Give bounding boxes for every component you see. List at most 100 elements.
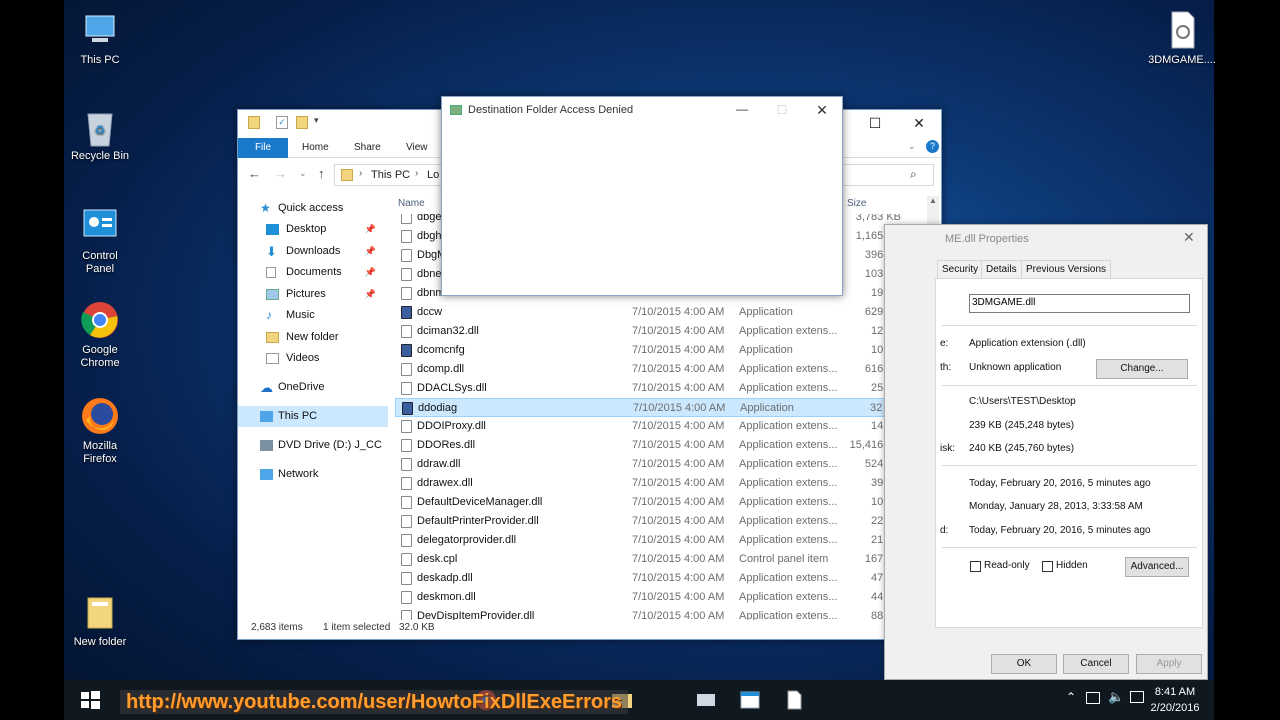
tab-home[interactable]: Home (294, 138, 337, 158)
tab-view[interactable]: View (398, 138, 436, 158)
tab-previous-versions[interactable]: Previous Versions (1021, 260, 1112, 278)
dll-file-icon (401, 249, 412, 262)
file-row[interactable]: deskadp.dll 7/10/2015 4:00 AM Application … (395, 569, 907, 588)
file-row[interactable]: dciman32.dll 7/10/2015 4:00 AM Application… (395, 322, 907, 341)
file-row[interactable]: dccw 7/10/2015 4:00 AM Application 629 KB (395, 303, 907, 322)
pin-icon[interactable]: 📌 (365, 241, 376, 262)
action-center-icon[interactable] (1130, 691, 1144, 703)
forward-icon[interactable]: → (274, 166, 287, 181)
file-date: 7/10/2015 4:00 AM (632, 496, 725, 508)
file-row[interactable]: DDORes.dll 7/10/2015 4:00 AM Application e… (395, 436, 907, 455)
readonly-checkbox[interactable] (970, 561, 981, 572)
show-hidden-icons-icon[interactable]: ⌃ (1066, 690, 1076, 704)
file-type: Application (739, 344, 793, 356)
right-letterbox (1214, 0, 1280, 720)
file-row[interactable]: ddodiag7/10/2015 4:00 AMApplication32 KB (395, 398, 907, 417)
desktop-icon-firefox[interactable]: Mozilla Firefox (64, 396, 136, 466)
file-row[interactable]: DefaultPrinterProvider.dll 7/10/2015 4:00… (395, 512, 907, 531)
back-icon[interactable]: ← (248, 166, 261, 181)
tab-share[interactable]: Share (346, 138, 389, 158)
new-folder-quick-icon[interactable] (296, 116, 308, 129)
up-icon[interactable]: ↑ (318, 166, 325, 181)
close-button[interactable]: ✕ (804, 97, 840, 123)
dll-file-icon (401, 230, 412, 243)
file-row[interactable]: dcomp.dll 7/10/2015 4:00 AM Application ex… (395, 360, 907, 379)
file-date: 7/10/2015 4:00 AM (632, 572, 725, 584)
properties-taskbar-icon[interactable] (782, 688, 806, 712)
pin-icon[interactable]: 📌 (365, 262, 376, 283)
search-icon[interactable]: ⌕ (910, 167, 917, 182)
file-row[interactable]: dcomcnfg7/10/2015 4:00 AMApplication10 K… (395, 341, 907, 360)
nav-downloads[interactable]: ⬇ Downloads 📌 (238, 241, 388, 262)
file-type: Control panel item (739, 553, 829, 565)
advanced-button[interactable]: Advanced... (1125, 557, 1189, 577)
close-button[interactable]: ✕ (897, 110, 941, 136)
minimize-button[interactable]: — (724, 97, 760, 123)
folder-icon (248, 116, 260, 129)
pin-icon[interactable]: 📌 (365, 284, 376, 305)
nav-videos[interactable]: Videos (238, 348, 388, 369)
file-name: ddrawex.dll (417, 477, 473, 489)
pin-icon[interactable]: 📌 (365, 219, 376, 240)
breadcrumb-this-pc[interactable]: This PC (371, 169, 410, 181)
breadcrumb-local-disk[interactable]: Lo (427, 169, 439, 181)
app-taskbar-icon[interactable] (694, 688, 718, 712)
desktop-icon-recycle-bin[interactable]: ♻ Recycle Bin (64, 106, 136, 163)
nav-onedrive[interactable]: ☁ OneDrive (238, 377, 388, 398)
start-button[interactable] (78, 688, 102, 712)
type-label: e: (940, 338, 949, 349)
desktop-icon-label: 3DMGAME.... (1148, 54, 1216, 66)
scroll-up-icon[interactable]: ▲ (929, 196, 937, 205)
cancel-button[interactable]: Cancel (1063, 654, 1129, 674)
filename-field[interactable]: 3DMGAME.dll (969, 294, 1190, 313)
desktop-icon-chrome[interactable]: Google Chrome (64, 300, 136, 370)
clock-time[interactable]: 8:41 AM (1150, 686, 1200, 698)
volume-icon[interactable]: 🔈 (1108, 689, 1124, 705)
file-row[interactable]: ddraw.dll 7/10/2015 4:00 AM Application ex… (395, 455, 907, 474)
hidden-checkbox[interactable] (1042, 561, 1053, 572)
file-row[interactable]: DDACLSys.dll 7/10/2015 4:00 AM Application… (395, 379, 907, 398)
nav-music[interactable]: ♪ Music (238, 305, 388, 326)
ok-button[interactable]: OK (991, 654, 1057, 674)
change-button[interactable]: Change... (1096, 359, 1188, 379)
nav-documents[interactable]: Documents 📌 (238, 262, 388, 283)
nav-quick-access[interactable]: ★ Quick access (238, 198, 388, 219)
recent-locations-icon[interactable]: ⌄ (299, 168, 307, 179)
desktop-icon-control-panel[interactable]: Control Panel (64, 206, 136, 276)
nav-pictures[interactable]: Pictures 📌 (238, 284, 388, 305)
file-row[interactable]: deskmon.dll 7/10/2015 4:00 AM Application … (395, 588, 907, 607)
desktop-icon-this-pc[interactable]: This PC (64, 10, 136, 67)
properties-quick-icon[interactable]: ✓ (276, 116, 288, 129)
separator (942, 325, 1197, 326)
nav-desktop[interactable]: Desktop 📌 (238, 219, 388, 240)
network-tray-icon[interactable] (1086, 692, 1100, 704)
file-row[interactable]: desk.cpl 7/10/2015 4:00 AM Control panel i… (395, 550, 907, 569)
desktop-icon-3dmgame[interactable]: 3DMGAME.... (1142, 10, 1222, 67)
maximize-button[interactable]: ☐ (853, 110, 897, 136)
desktop-icon-new-folder[interactable]: New folder (64, 592, 136, 649)
file-date: 7/10/2015 4:00 AM (632, 553, 725, 565)
file-row[interactable]: DDOIProxy.dll 7/10/2015 4:00 AM Applicatio… (395, 417, 907, 436)
expand-ribbon-icon[interactable]: ⌄ (908, 141, 916, 152)
close-button[interactable]: ✕ (1183, 229, 1195, 246)
nav-this-pc[interactable]: This PC (238, 406, 388, 427)
help-icon[interactable]: ? (926, 140, 939, 153)
file-row[interactable]: ddrawex.dll 7/10/2015 4:00 AM Application … (395, 474, 907, 493)
column-name-header[interactable]: Name (398, 198, 425, 209)
nav-label: Downloads (286, 245, 341, 257)
file-type: Application extens... (739, 420, 838, 432)
column-size-header[interactable]: Size (847, 198, 866, 209)
tab-file[interactable]: File (238, 138, 288, 158)
dll-file-icon (401, 534, 412, 547)
file-row[interactable]: DefaultDeviceManager.dll 7/10/2015 4:00 A… (395, 493, 907, 512)
youtube-url-overlay: http://www.youtube.com/user/HowtoFixDllE… (120, 690, 628, 714)
nav-new-folder[interactable]: New folder (238, 327, 388, 348)
nav-dvd-drive[interactable]: DVD Drive (D:) J_CCS (238, 435, 388, 456)
tab-security[interactable]: Security (937, 260, 984, 278)
quick-access-dropdown-icon[interactable]: ▾ (314, 115, 319, 126)
clock-date[interactable]: 2/20/2016 (1150, 702, 1200, 714)
nav-network[interactable]: Network (238, 464, 388, 485)
window-taskbar-icon[interactable] (738, 688, 762, 712)
file-row[interactable]: delegatorprovider.dll 7/10/2015 4:00 AM Ap… (395, 531, 907, 550)
tab-details[interactable]: Details (981, 260, 1022, 278)
